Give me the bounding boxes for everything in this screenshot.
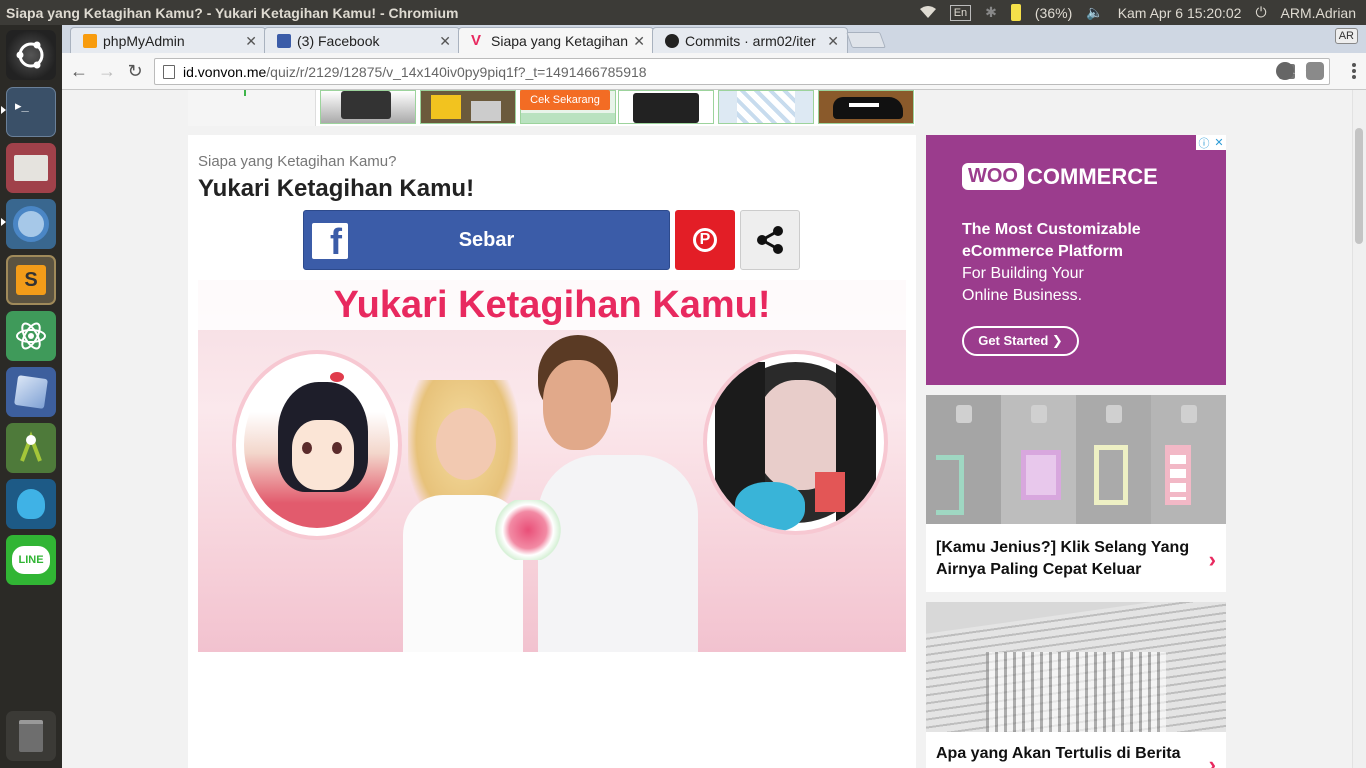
github-icon bbox=[665, 33, 679, 48]
related-quiz-title: Apa yang Akan Tertulis di Berita bbox=[936, 745, 1181, 762]
battery-icon[interactable] bbox=[1010, 4, 1021, 21]
tab-phpmyadmin[interactable]: phpMyAdmin ✕ bbox=[70, 27, 266, 53]
close-icon[interactable]: ✕ bbox=[439, 33, 451, 50]
android-studio-icon[interactable] bbox=[6, 423, 56, 473]
reload-button[interactable]: ↻ bbox=[124, 60, 146, 82]
volume-icon[interactable]: 🔈 bbox=[1086, 4, 1103, 21]
page-scrollbar[interactable] bbox=[1352, 90, 1366, 768]
mysql-workbench-icon[interactable] bbox=[6, 479, 56, 529]
phpmyadmin-icon bbox=[83, 33, 97, 48]
files-icon[interactable] bbox=[6, 143, 56, 193]
scrollbar-thumb[interactable] bbox=[1355, 128, 1363, 244]
forward-button[interactable]: → bbox=[96, 60, 118, 82]
ad-product-thumb[interactable] bbox=[718, 90, 814, 124]
extension-lightbulb-icon[interactable] bbox=[1276, 62, 1294, 80]
trash-icon[interactable] bbox=[6, 711, 56, 761]
wifi-icon[interactable] bbox=[919, 5, 936, 21]
battery-percent[interactable]: (36%) bbox=[1035, 5, 1072, 21]
share-icon bbox=[757, 226, 783, 254]
related-quiz-title: [Kamu Jenius?] Klik Selang Yang Airnya P… bbox=[936, 539, 1190, 578]
menu-icon[interactable] bbox=[1352, 63, 1356, 79]
ad-product-thumb[interactable] bbox=[818, 90, 914, 124]
related-quiz-card[interactable]: Apa yang Akan Tertulis di Berita › bbox=[926, 602, 1226, 768]
ubuntu-dash-icon[interactable] bbox=[6, 30, 56, 80]
share-pinterest-button[interactable]: P bbox=[675, 210, 735, 270]
ad-strip: Cek Sekarang bbox=[188, 90, 915, 126]
tab-label: phpMyAdmin bbox=[103, 32, 185, 49]
page-info-icon[interactable] bbox=[163, 65, 175, 79]
anime-avatar bbox=[232, 350, 402, 540]
woo-headline: The Most Customizable eCommerce Platform bbox=[962, 221, 1141, 260]
quiz-result-card: Siapa yang Ketagihan Kamu? Yukari Ketagi… bbox=[188, 135, 916, 768]
get-started-button[interactable]: Get Started ❯ bbox=[962, 326, 1079, 356]
clock[interactable]: Kam Apr 6 15:20:02 bbox=[1118, 5, 1242, 21]
tab-facebook[interactable]: (3) Facebook ✕ bbox=[264, 27, 460, 53]
sublime-text-icon[interactable]: S bbox=[6, 255, 56, 305]
extension-shield-icon[interactable] bbox=[1306, 62, 1324, 80]
system-tray: En ✱ (36%) 🔈 Kam Apr 6 15:20:02 ⏻ ARM.Ad… bbox=[919, 4, 1366, 21]
facebook-icon bbox=[277, 33, 291, 48]
close-icon[interactable]: ✕ bbox=[827, 33, 839, 50]
unity-launcher: ▸_ S LINE bbox=[0, 25, 62, 768]
ad-logo-area bbox=[188, 90, 316, 126]
tab-strip: phpMyAdmin ✕ (3) Facebook ✕ V Siapa yang… bbox=[62, 25, 1366, 53]
related-quiz-card[interactable]: [Kamu Jenius?] Klik Selang Yang Airnya P… bbox=[926, 395, 1226, 592]
adchoices-icon[interactable]: ⓘ ✕ bbox=[1196, 135, 1226, 150]
chevron-right-icon: › bbox=[1208, 547, 1216, 572]
chromium-icon[interactable] bbox=[6, 199, 56, 249]
power-icon[interactable]: ⏻ bbox=[1255, 4, 1266, 21]
chevron-right-icon: › bbox=[1208, 752, 1216, 768]
profile-badge[interactable]: AR bbox=[1334, 28, 1358, 44]
quiz-subtitle: Siapa yang Ketagihan Kamu? bbox=[198, 153, 397, 170]
close-icon[interactable]: ✕ bbox=[633, 33, 645, 50]
atom-icon[interactable] bbox=[6, 311, 56, 361]
keyboard-layout[interactable]: En bbox=[949, 4, 972, 21]
terminal-icon[interactable]: ▸_ bbox=[6, 87, 56, 137]
back-button[interactable]: ← bbox=[68, 60, 90, 82]
vonvon-icon: V bbox=[471, 31, 482, 49]
url-path: /quiz/r/2129/12875/v_14x140iv0py9piq1f?_… bbox=[266, 63, 647, 80]
tab-label: (3) Facebook bbox=[297, 32, 380, 49]
pinterest-icon: P bbox=[693, 228, 717, 252]
woocommerce-ad[interactable]: ⓘ ✕ WOO COMMERCE The Most Customizable eC… bbox=[926, 135, 1226, 385]
facebook-icon: f bbox=[312, 223, 348, 260]
bluetooth-icon[interactable]: ✱ bbox=[985, 4, 997, 21]
share-more-button[interactable] bbox=[740, 210, 800, 270]
share-facebook-label: Sebar bbox=[458, 228, 515, 251]
woocommerce-logo: WOO COMMERCE bbox=[962, 163, 1158, 190]
ad-product-thumb[interactable] bbox=[320, 90, 416, 124]
result-banner: Yukari Ketagihan Kamu! bbox=[198, 280, 906, 330]
new-tab-button[interactable] bbox=[846, 32, 886, 48]
ad-cta-button[interactable]: Cek Sekarang bbox=[520, 90, 610, 110]
woo-subline: For Building Your Online Business. bbox=[962, 265, 1084, 304]
window-title: Siapa yang Ketagihan Kamu? - Yukari Keta… bbox=[6, 4, 459, 21]
os-top-bar: Siapa yang Ketagihan Kamu? - Yukari Keta… bbox=[0, 0, 1366, 25]
share-facebook-button[interactable]: f Sebar bbox=[303, 210, 670, 270]
ad-product-thumb[interactable] bbox=[618, 90, 714, 124]
page-viewport: Cek Sekarang Siapa yang Ketagihan Kamu? … bbox=[62, 90, 1366, 768]
quiz-title: Yukari Ketagihan Kamu! bbox=[198, 175, 475, 202]
user-name[interactable]: ARM.Adrian bbox=[1281, 5, 1356, 21]
virtualbox-icon[interactable] bbox=[6, 367, 56, 417]
tab-label: Commits · arm02/iter bbox=[685, 32, 816, 49]
address-bar[interactable]: id.vonvon.me/quiz/r/2129/12875/v_14x140i… bbox=[154, 58, 1330, 85]
tab-github[interactable]: Commits · arm02/iter ✕ bbox=[652, 27, 848, 53]
tab-vonvon[interactable]: V Siapa yang Ketagihan ✕ bbox=[458, 27, 654, 53]
url-host: id.vonvon.me bbox=[183, 63, 267, 80]
result-image: Yukari Ketagihan Kamu! bbox=[198, 280, 906, 652]
related-quiz-image bbox=[926, 395, 1226, 524]
tab-label: Siapa yang Ketagihan bbox=[491, 32, 628, 49]
browser-toolbar: ← → ↻ id.vonvon.me/quiz/r/2129/12875/v_1… bbox=[62, 53, 1366, 90]
profile-photo-avatar bbox=[703, 350, 888, 535]
ad-product-thumb[interactable] bbox=[420, 90, 516, 124]
line-icon[interactable]: LINE bbox=[6, 535, 56, 585]
couple-photo bbox=[398, 330, 708, 652]
close-icon[interactable]: ✕ bbox=[245, 33, 257, 50]
related-quiz-image bbox=[926, 602, 1226, 732]
